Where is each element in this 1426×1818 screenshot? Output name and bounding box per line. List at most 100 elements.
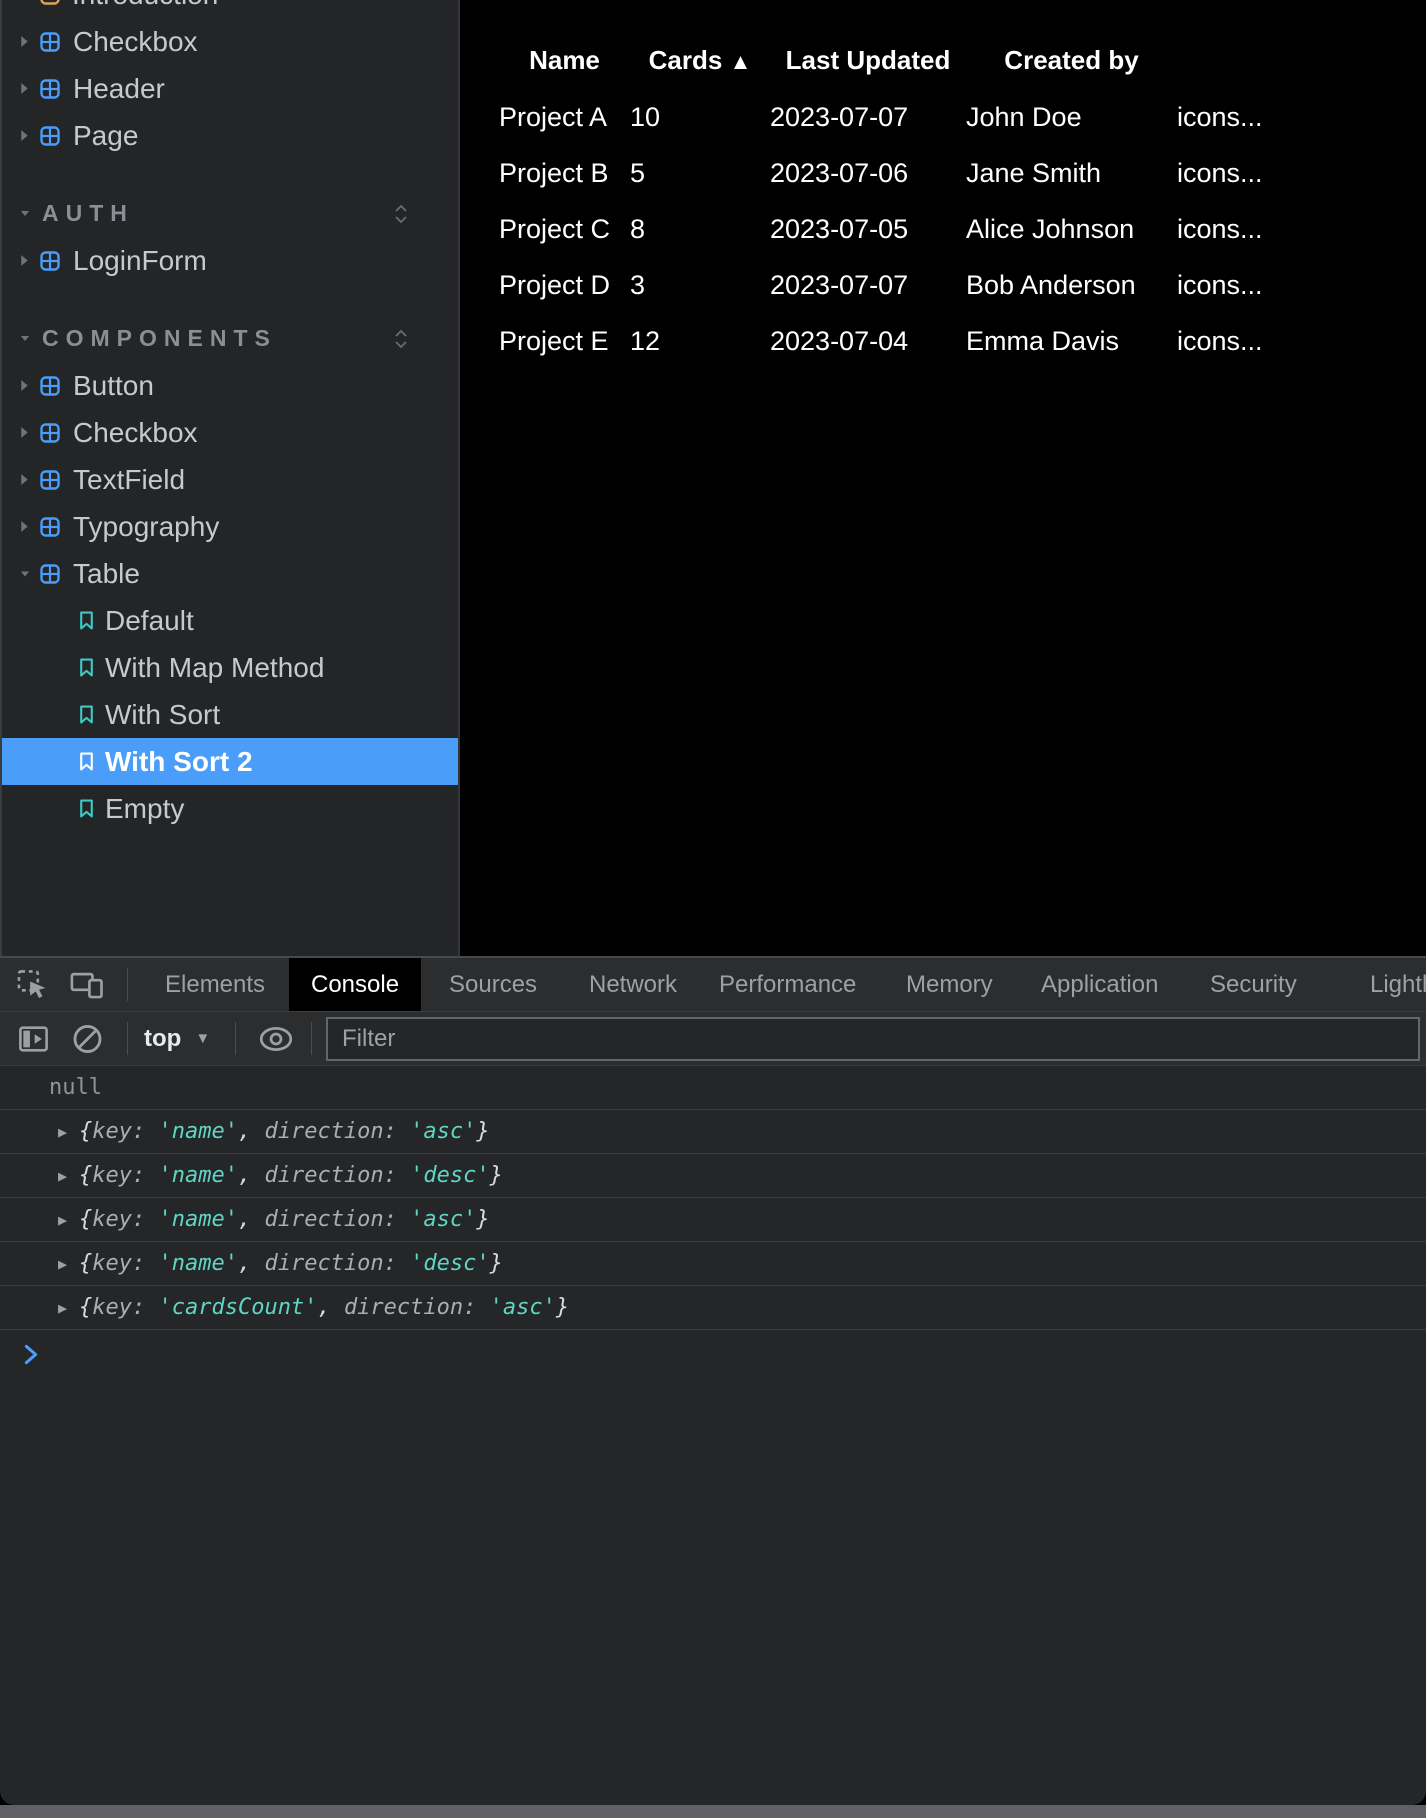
cell-actions[interactable]: icons... [1177, 257, 1426, 313]
window-bottom-edge [0, 1805, 1426, 1818]
object-key: key: [92, 1207, 158, 1232]
inspect-element-icon[interactable] [16, 968, 49, 1001]
sidebar-story-with-map-method[interactable]: With Map Method [2, 644, 458, 691]
sidebar-story-with-sort-2-selected[interactable]: With Sort 2 [2, 738, 458, 785]
tab-console-active[interactable]: Console [289, 958, 421, 1011]
sidebar-item-loginform[interactable]: LoginForm [2, 237, 458, 284]
sidebar-item-table[interactable]: Table [2, 550, 458, 597]
chevron-down-icon[interactable] [20, 570, 30, 578]
console-null-value: null [49, 1075, 102, 1100]
object-string-value: 'desc' [410, 1163, 489, 1188]
sidebar: Introduction Checkbox Header Page AUTH L… [0, 0, 458, 956]
sidebar-item-label: Button [73, 370, 154, 402]
chevron-right-icon[interactable] [20, 426, 30, 439]
object-key: key: [92, 1251, 158, 1276]
cell-actions[interactable]: icons... [1177, 201, 1426, 257]
expand-triangle-icon[interactable]: ▶ [58, 1211, 79, 1229]
tab-sources[interactable]: Sources [449, 958, 537, 1011]
tab-performance[interactable]: Performance [719, 958, 856, 1011]
sidebar-section-auth[interactable]: AUTH [2, 190, 458, 237]
object-separator: , [238, 1163, 265, 1188]
chevron-right-icon[interactable] [20, 129, 30, 142]
cell-actions[interactable]: icons... [1177, 313, 1426, 369]
chevron-down-icon[interactable] [20, 334, 30, 343]
sidebar-story-with-sort[interactable]: With Sort [2, 691, 458, 738]
docs-page-icon [40, 0, 60, 5]
console-prompt[interactable] [0, 1330, 1426, 1378]
object-brace: { [79, 1295, 92, 1320]
storybook-window: Introduction Checkbox Header Page AUTH L… [0, 0, 1426, 1818]
collapse-section-icon[interactable] [393, 328, 409, 350]
tab-security[interactable]: Security [1210, 958, 1297, 1011]
column-header-name[interactable]: Name [499, 31, 630, 89]
expand-triangle-icon[interactable]: ▶ [58, 1167, 79, 1185]
device-toolbar-icon[interactable] [70, 970, 104, 999]
sidebar-section-components[interactable]: COMPONENTS [2, 315, 458, 362]
sidebar-item-checkbox-top[interactable]: Checkbox [2, 18, 458, 65]
object-brace: } [490, 1251, 503, 1276]
chevron-down-icon[interactable] [20, 209, 30, 218]
preview-canvas: Name Cards ▲ Last Updated Created by Pro… [458, 0, 1426, 956]
object-preview[interactable]: {key: 'cardsCount', direction: 'asc'} [79, 1295, 569, 1320]
console-toolbar: top ▼ [0, 1012, 1426, 1066]
column-header-cards[interactable]: Cards ▲ [630, 31, 770, 89]
expand-triangle-icon[interactable]: ▶ [58, 1299, 79, 1317]
sidebar-item-button[interactable]: Button [2, 362, 458, 409]
chevron-right-icon[interactable] [20, 520, 30, 533]
object-brace: } [556, 1295, 569, 1320]
component-grid-icon [40, 470, 60, 490]
sidebar-item-textfield[interactable]: TextField [2, 456, 458, 503]
table-row: Project E 12 2023-07-04 Emma Davis icons… [499, 313, 1426, 369]
cell-actions[interactable]: icons... [1177, 145, 1426, 201]
context-selector-label: top [144, 1025, 181, 1053]
component-grid-icon [40, 126, 60, 146]
object-preview[interactable]: {key: 'name', direction: 'desc'} [79, 1251, 503, 1276]
object-key: direction: [264, 1163, 410, 1188]
chevron-right-icon[interactable] [20, 473, 30, 486]
clear-console-icon[interactable] [72, 1023, 103, 1054]
sidebar-story-default[interactable]: Default [2, 597, 458, 644]
tab-application[interactable]: Application [1041, 958, 1158, 1011]
expand-triangle-icon[interactable]: ▶ [58, 1123, 79, 1141]
sidebar-item-checkbox[interactable]: Checkbox [2, 409, 458, 456]
object-string-value: 'desc' [410, 1251, 489, 1276]
sidebar-item-header[interactable]: Header [2, 65, 458, 112]
object-preview[interactable]: {key: 'name', direction: 'desc'} [79, 1163, 503, 1188]
column-header-actions [1177, 31, 1426, 89]
dock-side-icon[interactable] [18, 1024, 49, 1053]
chevron-right-icon[interactable] [20, 35, 30, 48]
cell-created-by: John Doe [966, 89, 1177, 145]
component-grid-icon [40, 251, 60, 271]
object-brace: { [79, 1207, 92, 1232]
sidebar-item-typography[interactable]: Typography [2, 503, 458, 550]
component-grid-icon [40, 564, 60, 584]
expand-triangle-icon[interactable]: ▶ [58, 1255, 79, 1273]
devtools-panel: Elements Console Sources Network Perform… [0, 956, 1426, 1805]
component-grid-icon [40, 79, 60, 99]
cell-updated: 2023-07-05 [770, 201, 966, 257]
chevron-right-icon[interactable] [20, 254, 30, 267]
object-preview[interactable]: {key: 'name', direction: 'asc'} [79, 1119, 490, 1144]
object-key: direction: [344, 1295, 490, 1320]
cell-actions[interactable]: icons... [1177, 89, 1426, 145]
cell-cards: 8 [630, 201, 770, 257]
chevron-right-icon[interactable] [20, 379, 30, 392]
sidebar-item-page[interactable]: Page [2, 112, 458, 159]
sidebar-story-empty[interactable]: Empty [2, 785, 458, 832]
column-header-last-updated[interactable]: Last Updated [770, 31, 966, 89]
console-message-object: ▶ {key: 'name', direction: 'desc'} [0, 1154, 1426, 1198]
object-key: direction: [264, 1119, 410, 1144]
tab-elements[interactable]: Elements [165, 958, 265, 1011]
chevron-right-icon[interactable] [20, 82, 30, 95]
tab-lighthouse[interactable]: Lighthouse [1370, 958, 1426, 1011]
live-expression-eye-icon[interactable] [258, 1026, 294, 1052]
context-selector[interactable]: top ▼ [144, 1012, 210, 1065]
console-filter-input[interactable] [326, 1017, 1420, 1061]
collapse-section-icon[interactable] [393, 203, 409, 225]
object-preview[interactable]: {key: 'name', direction: 'asc'} [79, 1207, 490, 1232]
sidebar-item-introduction[interactable]: Introduction [2, 0, 458, 18]
column-header-created-by[interactable]: Created by [966, 31, 1177, 89]
object-brace: { [79, 1251, 92, 1276]
tab-network[interactable]: Network [589, 958, 677, 1011]
tab-memory[interactable]: Memory [906, 958, 993, 1011]
